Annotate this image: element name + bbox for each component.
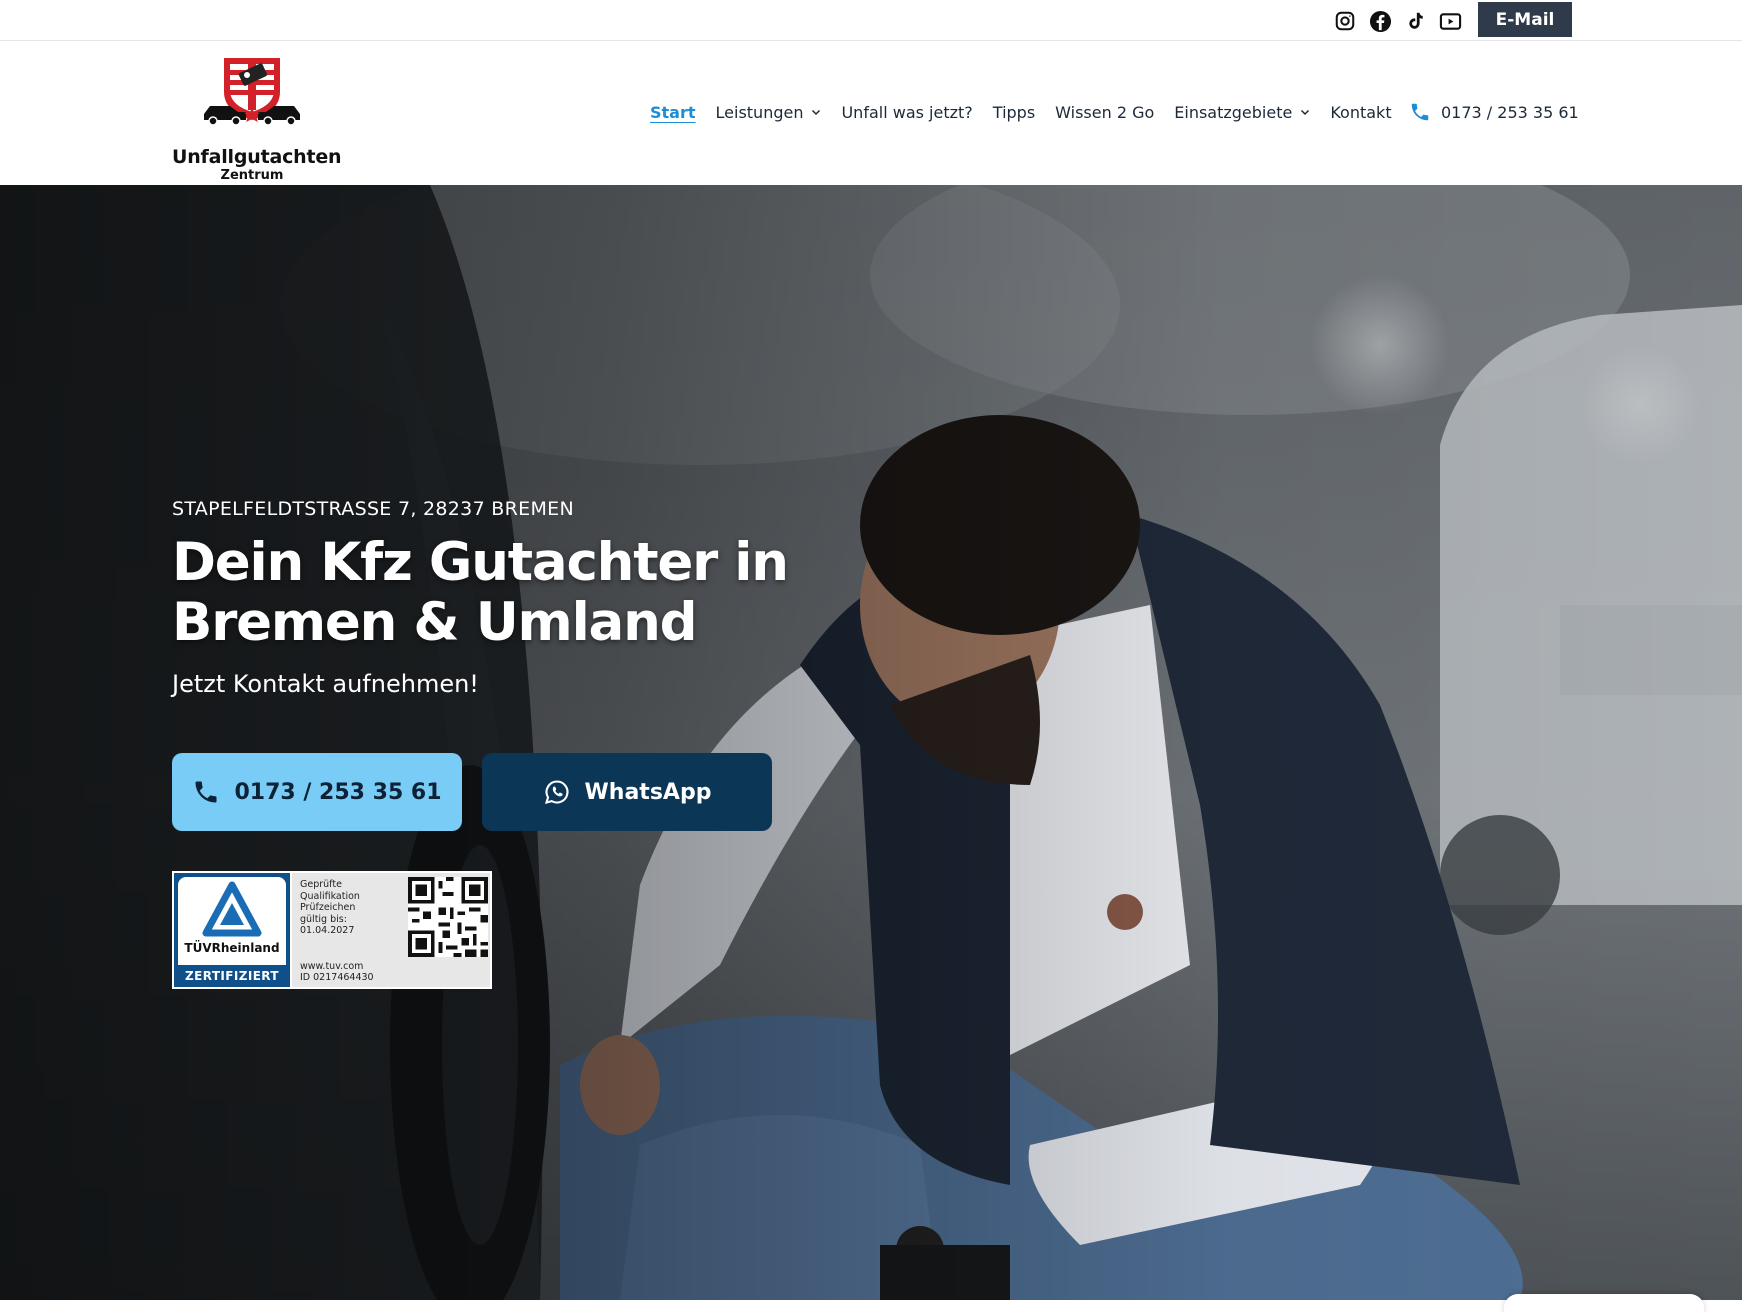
- nav-item-wissen-2-go[interactable]: Wissen 2 Go: [1055, 103, 1154, 122]
- nav-item-start[interactable]: Start: [650, 103, 696, 122]
- nav-item-label: Leistungen: [715, 102, 804, 122]
- nav-item-einsatzgebiete[interactable]: Einsatzgebiete: [1174, 103, 1310, 122]
- logo-subtitle: Zentrum: [220, 168, 284, 183]
- nav-item-label: Einsatzgebiete: [1174, 102, 1293, 122]
- tuv-certificate-badge[interactable]: TÜVRheinland ZERTIFIZIERT Geprüfte Quali…: [172, 871, 492, 989]
- logo-crest-icon: [204, 58, 300, 126]
- social-links: [1332, 8, 1463, 34]
- main-navigation: Start Leistungen Unfall was jetzt? Tipps…: [650, 99, 1412, 125]
- tuv-info-panel: Geprüfte Qualifikation Prüfzeichen gülti…: [292, 873, 490, 987]
- tuv-logo-panel: TÜVRheinland ZERTIFIZIERT: [174, 873, 290, 987]
- call-button-label: 0173 / 253 35 61: [234, 779, 442, 805]
- nav-item-unfall-was-jetzt[interactable]: Unfall was jetzt?: [841, 103, 972, 122]
- chat-widget-tab[interactable]: [1504, 1294, 1704, 1312]
- phone-icon: [1411, 103, 1429, 121]
- hero-section: STAPELFELDTSTRASSE 7, 28237 BREMEN Dein …: [0, 185, 1742, 1300]
- tuv-url-text: www.tuv.com ID 0217464430: [300, 961, 374, 983]
- hero-headline: Dein Kfz Gutachter in Bremen & Umland: [172, 532, 789, 653]
- tiktok-icon[interactable]: [1402, 8, 1428, 34]
- tuv-triangle-icon: [202, 881, 262, 937]
- chevron-down-icon: [812, 109, 821, 116]
- whatsapp-icon: [544, 780, 569, 804]
- nav-item-label: Tipps: [992, 102, 1036, 122]
- site-header: Unfallgutachten Zentrum Start Leistungen…: [0, 41, 1742, 185]
- header-phone-number: 0173 / 253 35 61: [1441, 102, 1579, 122]
- phone-icon: [195, 781, 217, 803]
- nav-item-label: Unfall was jetzt?: [841, 102, 973, 122]
- header-phone-link[interactable]: 0173 / 253 35 61: [1409, 99, 1579, 125]
- nav-item-label: Start: [650, 102, 696, 122]
- tuv-qualification-text: Geprüfte Qualifikation Prüfzeichen gülti…: [300, 879, 400, 937]
- site-logo[interactable]: Unfallgutachten Zentrum: [172, 56, 342, 183]
- hero-subline: Jetzt Kontakt aufnehmen!: [172, 670, 479, 698]
- nav-item-label: Kontakt: [1330, 102, 1392, 122]
- logo-title: Unfallgutachten: [172, 146, 342, 168]
- email-button[interactable]: E-Mail: [1478, 2, 1572, 37]
- hero-address: STAPELFELDTSTRASSE 7, 28237 BREMEN: [172, 498, 574, 520]
- instagram-icon[interactable]: [1332, 8, 1358, 34]
- whatsapp-button[interactable]: WhatsApp: [482, 753, 772, 831]
- chevron-down-icon: [1301, 109, 1310, 116]
- whatsapp-button-label: WhatsApp: [584, 779, 712, 805]
- nav-item-kontakt[interactable]: Kontakt: [1330, 103, 1391, 122]
- qr-code-icon: [408, 877, 488, 957]
- youtube-icon[interactable]: [1437, 8, 1463, 34]
- nav-item-tipps[interactable]: Tipps: [993, 103, 1035, 122]
- page-bottom-edge: [0, 1300, 1742, 1312]
- tuv-id: ID 0217464430: [300, 972, 374, 983]
- call-button[interactable]: 0173 / 253 35 61: [172, 753, 462, 831]
- tuv-certified-label: ZERTIFIZIERT: [185, 969, 279, 983]
- hero-content: STAPELFELDTSTRASSE 7, 28237 BREMEN Dein …: [172, 185, 872, 1300]
- tuv-valid-until: 01.04.2027: [300, 925, 355, 936]
- nav-item-leistungen[interactable]: Leistungen: [716, 103, 822, 122]
- tuv-brand: TÜVRheinland: [184, 941, 280, 955]
- nav-item-label: Wissen 2 Go: [1055, 102, 1155, 122]
- facebook-icon[interactable]: [1367, 8, 1393, 34]
- top-utility-bar: E-Mail: [0, 0, 1742, 41]
